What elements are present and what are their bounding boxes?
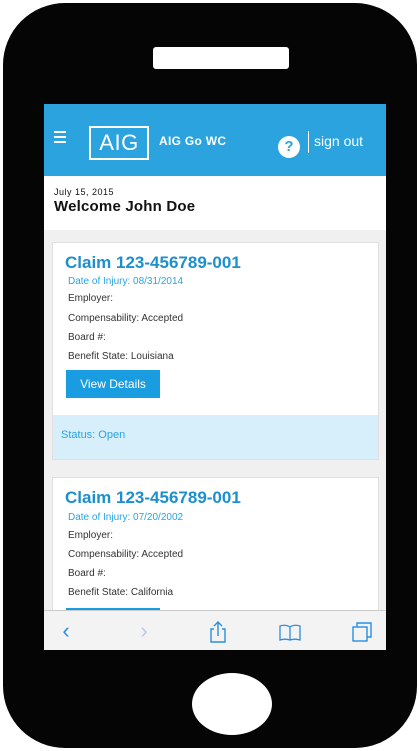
home-button[interactable] xyxy=(192,673,272,735)
compensability: Compensability: Accepted xyxy=(68,313,184,324)
menu-icon[interactable] xyxy=(54,131,66,143)
app-title: AIG Go WC xyxy=(159,134,227,148)
forward-icon[interactable]: › xyxy=(124,611,164,650)
phone-screen: AIG AIG Go WC ? sign out July 15, 2015 W… xyxy=(44,104,386,650)
injury-date: Date of Injury: 07/20/2002 xyxy=(68,512,184,523)
aig-logo: AIG xyxy=(89,126,149,160)
browser-toolbar: ‹ › xyxy=(44,610,386,650)
claim-status: Status: Open xyxy=(61,429,126,441)
claim-title[interactable]: Claim 123-456789-001 xyxy=(65,253,241,273)
share-icon[interactable] xyxy=(198,611,238,650)
app-header: AIG AIG Go WC ? sign out xyxy=(44,104,386,176)
board-number: Board #: xyxy=(68,332,106,343)
status-bar: Status: Open xyxy=(53,415,378,459)
welcome-heading: Welcome John Doe xyxy=(54,198,196,215)
employer-label: Employer: xyxy=(68,530,114,541)
claim-card: Claim 123-456789-001 Date of Injury: 08/… xyxy=(52,242,379,460)
claim-title[interactable]: Claim 123-456789-001 xyxy=(65,488,241,508)
benefit-state: Benefit State: Louisiana xyxy=(68,351,174,362)
compensability: Compensability: Accepted xyxy=(68,549,184,560)
employer-label: Employer: xyxy=(68,293,114,304)
bookmarks-icon[interactable] xyxy=(270,611,310,650)
header-divider xyxy=(308,131,309,153)
tabs-icon[interactable] xyxy=(342,611,382,650)
sign-out-link[interactable]: sign out xyxy=(314,133,363,149)
injury-date: Date of Injury: 08/31/2014 xyxy=(68,276,184,287)
back-icon[interactable]: ‹ xyxy=(46,611,86,650)
view-details-button[interactable]: View Details xyxy=(66,370,160,398)
board-number: Board #: xyxy=(68,568,106,579)
benefit-state: Benefit State: California xyxy=(68,587,174,598)
current-date: July 15, 2015 xyxy=(54,187,115,197)
speaker-slot xyxy=(153,47,289,69)
help-icon[interactable]: ? xyxy=(278,136,300,158)
